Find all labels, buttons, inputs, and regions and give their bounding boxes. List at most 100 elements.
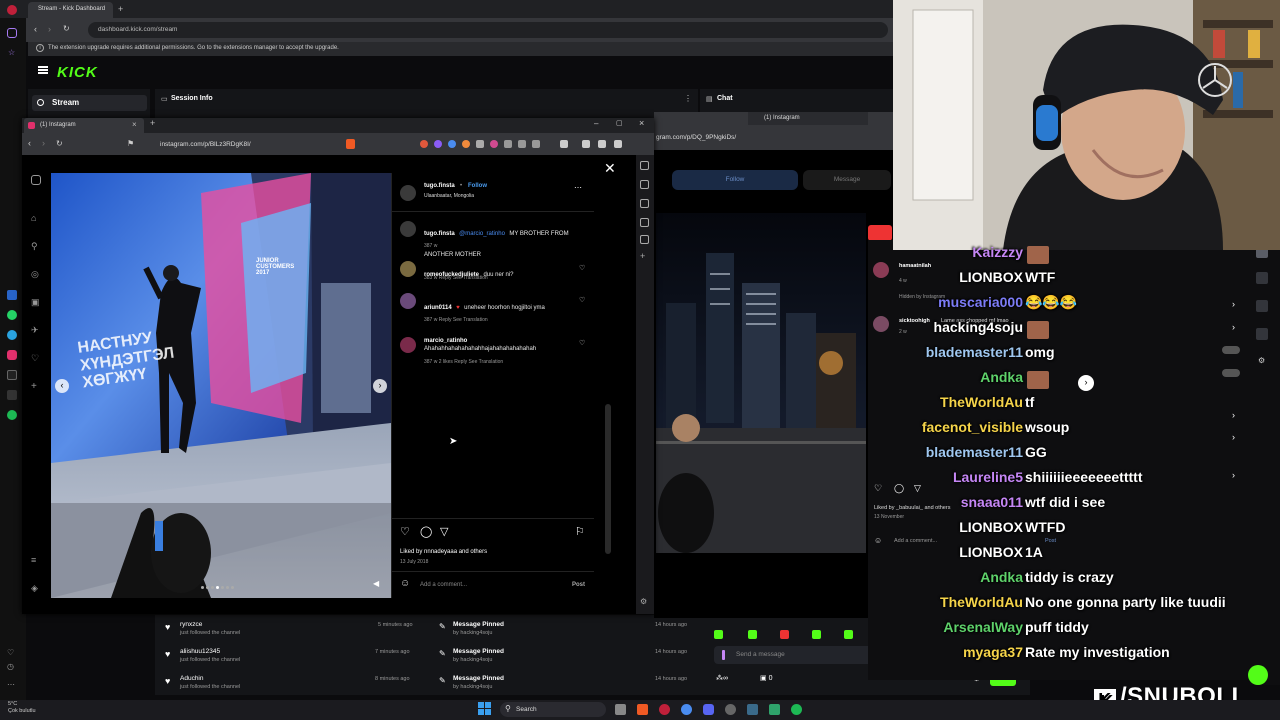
- tiktok-icon[interactable]: [7, 370, 17, 380]
- explore-icon[interactable]: ◎: [31, 269, 39, 280]
- new-tab-icon[interactable]: +: [118, 4, 123, 14]
- emote-icon[interactable]: [748, 630, 757, 639]
- session-menu-icon[interactable]: ⋮: [684, 94, 692, 103]
- comment-user[interactable]: ariun0114: [424, 305, 452, 311]
- sidebar-tool-icon[interactable]: [640, 161, 649, 170]
- mute-icon[interactable]: ◀: [373, 579, 379, 588]
- home-icon[interactable]: ⌂: [31, 213, 36, 223]
- liked-by[interactable]: Liked by nnnadeyaaa and others: [400, 549, 487, 555]
- like-comment-icon[interactable]: ♡: [579, 296, 585, 304]
- settings-icon[interactable]: [725, 704, 736, 715]
- comment-icon[interactable]: ◯: [420, 525, 432, 538]
- instagram-logo-icon[interactable]: [31, 175, 41, 185]
- minimize-icon[interactable]: –: [594, 119, 598, 128]
- next-photo-icon[interactable]: ›: [373, 379, 387, 393]
- comment-user[interactable]: tugo.finsta: [424, 231, 455, 237]
- whatsapp-icon[interactable]: [7, 310, 17, 320]
- spotify-icon[interactable]: [791, 704, 802, 715]
- like-icon[interactable]: ♡: [400, 525, 410, 538]
- reels-icon[interactable]: ▣: [31, 297, 40, 308]
- close-tab-icon[interactable]: ×: [132, 120, 137, 129]
- scrollbar[interactable]: [605, 404, 611, 554]
- extension-icon[interactable]: [476, 140, 484, 148]
- prev-photo-icon[interactable]: ‹: [55, 379, 69, 393]
- more-icon[interactable]: ⋯: [7, 680, 15, 689]
- brave-icon[interactable]: [637, 704, 648, 715]
- address-bar[interactable]: dashboard.kick.com/stream: [88, 22, 888, 38]
- message-button[interactable]: Message: [803, 170, 891, 190]
- back-icon[interactable]: ‹: [34, 24, 37, 34]
- more-options-icon[interactable]: ⋯: [574, 183, 582, 192]
- post-location[interactable]: Ulaanbaatar, Mongolia: [424, 193, 474, 199]
- messages-icon[interactable]: ✈: [31, 325, 39, 336]
- brave-shield-icon[interactable]: [346, 139, 355, 149]
- screenshot-icon[interactable]: [598, 140, 606, 148]
- app-icon[interactable]: [769, 704, 780, 715]
- close-post-icon[interactable]: ✕: [604, 160, 616, 177]
- star-icon[interactable]: ☆: [8, 48, 15, 57]
- sidebar-item-stream[interactable]: Stream: [32, 95, 147, 111]
- weather-widget[interactable]: 5°C Çok bulutlu: [8, 701, 36, 714]
- browser-tab[interactable]: (1) Instagram: [748, 112, 868, 125]
- extension-icon[interactable]: [532, 140, 540, 148]
- spotify-icon[interactable]: [7, 410, 17, 420]
- comment-mention[interactable]: @marcio_ratinho: [459, 231, 505, 237]
- heart-icon[interactable]: ♡: [7, 648, 14, 657]
- back-icon[interactable]: ‹: [28, 138, 31, 148]
- like-icon[interactable]: ♡: [874, 483, 882, 494]
- emote-icon[interactable]: [844, 630, 853, 639]
- emoji-icon[interactable]: ☺: [874, 536, 882, 545]
- threads-icon[interactable]: ◈: [31, 583, 38, 594]
- taskbar-search[interactable]: ⚲ Search: [500, 702, 606, 717]
- opera-icon[interactable]: [659, 704, 670, 715]
- browser-tab[interactable]: Stream - Kick Dashboard: [28, 2, 113, 18]
- create-icon[interactable]: +: [31, 381, 37, 392]
- close-window-icon[interactable]: ×: [639, 118, 644, 128]
- browser-tab[interactable]: (1) Instagram ×: [24, 118, 144, 133]
- extension-icon[interactable]: [490, 140, 498, 148]
- menu-icon[interactable]: [38, 66, 48, 74]
- comment-user[interactable]: marcio_ratinho: [424, 338, 574, 346]
- reload-icon[interactable]: ↻: [63, 24, 70, 33]
- new-tab-icon[interactable]: +: [150, 118, 155, 128]
- reload-icon[interactable]: ↻: [56, 139, 63, 148]
- avatar[interactable]: [400, 337, 416, 353]
- comment-input[interactable]: Add a comment...: [420, 582, 467, 588]
- post-button[interactable]: Post: [572, 582, 585, 588]
- sidebar-tool-icon[interactable]: [640, 218, 649, 227]
- bookmark-icon[interactable]: ⚑: [127, 139, 134, 148]
- sidebar-tool-icon[interactable]: [640, 199, 649, 208]
- follow-button[interactable]: Follow: [672, 170, 798, 190]
- sidebar-icon[interactable]: [582, 140, 590, 148]
- menu-icon[interactable]: [614, 140, 622, 148]
- more-menu-icon[interactable]: ≡: [31, 555, 36, 565]
- add-icon[interactable]: +: [640, 251, 645, 261]
- save-icon[interactable]: ⚐: [575, 525, 585, 538]
- extension-icon[interactable]: [420, 140, 428, 148]
- notifications-icon[interactable]: ♡: [31, 353, 39, 364]
- search-icon[interactable]: ⚲: [31, 241, 38, 252]
- messenger-icon[interactable]: [7, 290, 17, 300]
- chrome-icon[interactable]: [681, 704, 692, 715]
- forward-icon[interactable]: ›: [48, 24, 51, 34]
- media-icon[interactable]: [560, 140, 568, 148]
- follow-button[interactable]: Follow: [468, 183, 487, 189]
- app-icon[interactable]: [747, 704, 758, 715]
- gear-icon[interactable]: ⚙: [640, 597, 647, 606]
- telegram-icon[interactable]: [7, 330, 17, 340]
- like-comment-icon[interactable]: ♡: [579, 339, 585, 347]
- like-comment-icon[interactable]: ♡: [579, 264, 585, 272]
- post-photo[interactable]: НАСТНУУ ХҮНДЭТГЭЛ ХӨГЖҮҮ JUNIOR CUSTOMER…: [51, 173, 391, 598]
- post-username[interactable]: tugo.finsta: [424, 183, 455, 189]
- instagram-icon[interactable]: [7, 350, 17, 360]
- emoji-icon[interactable]: ☺: [400, 578, 410, 589]
- extension-icon[interactable]: [448, 140, 456, 148]
- emote-icon[interactable]: [780, 630, 789, 639]
- x-icon[interactable]: [7, 390, 17, 400]
- extension-icon[interactable]: [504, 140, 512, 148]
- share-icon[interactable]: ▽: [440, 525, 448, 538]
- emote-icon[interactable]: [812, 630, 821, 639]
- maximize-icon[interactable]: ▢: [616, 119, 623, 127]
- avatar[interactable]: [400, 293, 416, 309]
- extension-icon[interactable]: [518, 140, 526, 148]
